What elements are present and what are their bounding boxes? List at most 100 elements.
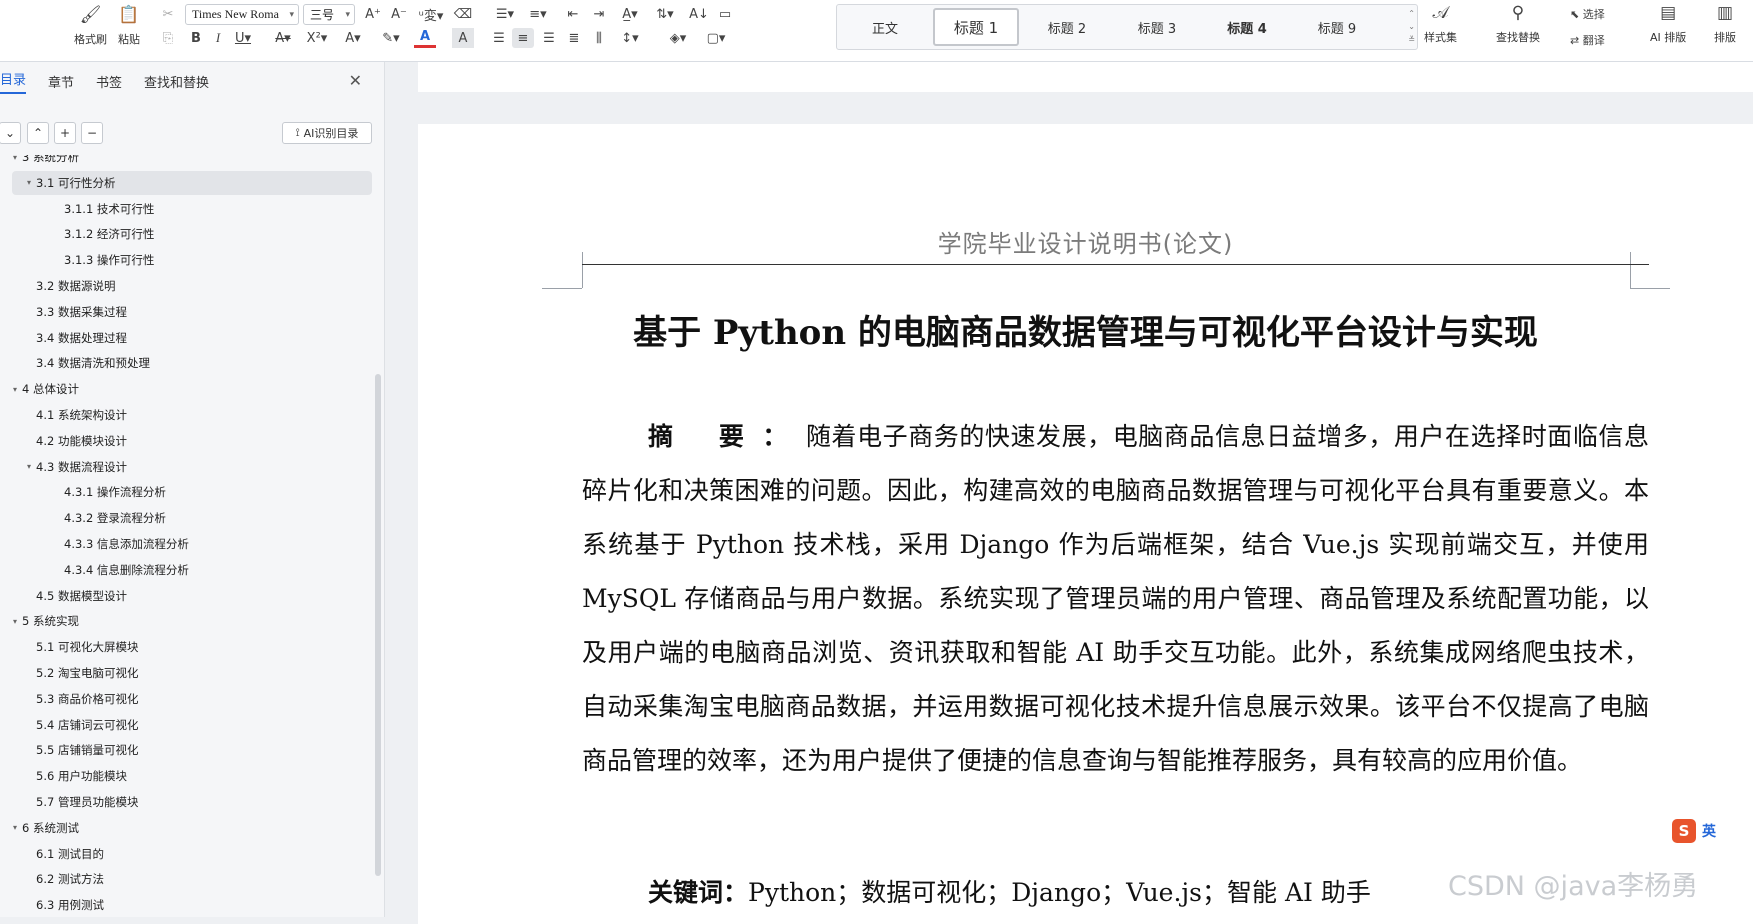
toc-item[interactable]: 5.6 用户功能模块 xyxy=(0,764,370,788)
toc-item-label: 4.1 系统架构设计 xyxy=(36,408,127,422)
toc-item-label: 6 系统测试 xyxy=(22,820,79,835)
toc-item[interactable]: 3.3 数据采集过程 xyxy=(0,300,370,324)
toc-item[interactable]: ▾ 3 系统分析 xyxy=(0,155,370,169)
keywords-label: 关键词： xyxy=(648,878,749,907)
paste-icon: 📋 xyxy=(118,5,140,25)
toc-item[interactable]: 3.2 数据源说明 xyxy=(0,274,370,298)
toc-item[interactable]: 4.3.4 信息删除流程分析 xyxy=(0,558,370,582)
toc-item-label: 5.2 淘宝电脑可视化 xyxy=(36,666,139,680)
toc-item[interactable]: 5.2 淘宝电脑可视化 xyxy=(0,661,370,685)
underline-icon[interactable]: U▾ xyxy=(232,28,254,48)
header-rule xyxy=(582,264,1649,265)
expand-caret-icon[interactable]: ▾ xyxy=(8,617,22,626)
toc-item[interactable]: 3.4 数据清洗和预处理 xyxy=(0,351,370,375)
page-header: 学院毕业设计说明书(论文) xyxy=(937,230,1234,258)
toc-item[interactable]: 3.1.1 技术可行性 xyxy=(0,197,370,221)
close-icon[interactable]: ✕ xyxy=(349,71,362,90)
toc-item-label: 6.1 测试目的 xyxy=(36,846,104,861)
toc-item[interactable]: 5.3 商品价格可视化 xyxy=(0,687,370,711)
format-painter-icon: 🖌 xyxy=(79,5,102,25)
tab-bookmarks[interactable]: 书签 xyxy=(96,72,122,91)
toc-item-label: 3 系统分析 xyxy=(22,155,79,164)
font-size-select[interactable]: 三号 ▾ xyxy=(303,4,355,25)
increase-font-icon[interactable]: A⁺ xyxy=(362,4,384,24)
toc-item[interactable]: 4.3.1 操作流程分析 xyxy=(0,480,370,504)
toc-item[interactable]: 4.5 数据模型设计 xyxy=(0,584,370,608)
toc-item-label: 5.7 管理员功能模块 xyxy=(36,795,139,809)
toc-item[interactable]: 5.5 店铺销量可视化 xyxy=(0,738,370,762)
toc-item-label: 3.1.2 经济可行性 xyxy=(64,227,155,242)
toc-item[interactable]: 4.3.2 登录流程分析 xyxy=(0,506,370,530)
page-content: 学院毕业设计说明书(论文) 基于 Python 的电脑商品数据管理与可视化平台设… xyxy=(418,0,1753,917)
toc-item-label: 4.3.4 信息删除流程分析 xyxy=(64,562,189,577)
abstract-label: 摘 要： xyxy=(648,422,806,451)
expand-caret-icon[interactable]: ▾ xyxy=(22,178,36,187)
toc-item[interactable]: ▾ 4 总体设计 xyxy=(0,377,370,401)
superscript-icon[interactable]: X²▾ xyxy=(306,28,328,48)
chevron-down-icon: ⌄ xyxy=(4,126,16,140)
toc-item[interactable]: 3.4 数据处理过程 xyxy=(0,326,370,350)
expand-caret-icon[interactable]: ▾ xyxy=(8,155,22,162)
font-name-select[interactable]: Times New Roma ▾ xyxy=(185,4,299,25)
toc-item[interactable]: ▾ 4.3 数据流程设计 xyxy=(0,455,370,479)
text-effect-icon[interactable]: A▾ xyxy=(342,28,364,48)
keywords-paragraph: 关键词：Python；数据可视化；Django；Vue.js；智能 AI 助手 xyxy=(648,873,1371,909)
toc-item-label: 3.1.1 技术可行性 xyxy=(64,201,155,216)
toc-item-label: 4 总体设计 xyxy=(22,382,79,397)
toc-item-label: 4.2 功能模块设计 xyxy=(36,433,127,448)
toc-item[interactable]: 3.1.3 操作可行性 xyxy=(0,248,370,272)
toc-tree: ▾ 3 系统分析 ▾ 3.1 可行性分析 3.1.1 技术可行性 3.1.2 经济可行性 3… xyxy=(0,155,375,917)
promote-level-button[interactable]: ⌃ xyxy=(27,122,49,144)
keywords-text: Python；数据可视化；Django；Vue.js；智能 AI 助手 xyxy=(748,878,1371,907)
watermark: CSDN @java李杨勇 xyxy=(1448,871,1699,902)
highlight-icon[interactable]: ✎▾ xyxy=(380,28,402,48)
strikethrough-icon[interactable]: A▾ xyxy=(272,28,294,48)
toc-item[interactable]: 4.2 功能模块设计 xyxy=(0,429,370,453)
panel-tabs: 目录 章节 书签 查找和替换 xyxy=(0,62,385,100)
remove-heading-button[interactable]: − xyxy=(81,122,103,144)
expand-caret-icon[interactable]: ▾ xyxy=(8,823,22,832)
cut-icon[interactable]: ✂ xyxy=(157,4,179,24)
bold-icon[interactable]: B xyxy=(185,28,207,48)
toc-item-label: 6.2 测试方法 xyxy=(36,872,104,887)
toc-item[interactable]: 5.1 可视化大屏模块 xyxy=(0,635,370,659)
toc-item[interactable]: 4.3.3 信息添加流程分析 xyxy=(0,532,370,556)
toc-item[interactable]: 5.7 管理员功能模块 xyxy=(0,790,370,814)
toc-item-label: 5.5 店铺销量可视化 xyxy=(36,743,139,758)
tab-toc[interactable]: 目录 xyxy=(0,69,27,94)
toc-item[interactable]: 6.1 测试目的 xyxy=(0,842,370,866)
copy-icon[interactable]: ⎘ xyxy=(157,28,179,48)
toc-item[interactable]: ▾ 5 系统实现 xyxy=(0,609,370,633)
ime-indicator[interactable]: S 英 xyxy=(1672,818,1732,844)
collapse-all-button[interactable]: ⌄ xyxy=(0,122,21,144)
ai-toc-button[interactable]: ⟟ AI识别目录 xyxy=(282,122,372,144)
toc-item[interactable]: ▾ 3.1 可行性分析 xyxy=(12,170,372,195)
italic-icon[interactable]: I xyxy=(207,28,229,48)
format-painter-button[interactable]: 🖌 格式刷 xyxy=(74,4,107,47)
add-heading-button[interactable]: + xyxy=(54,122,76,144)
toc-item-label: 4.3.3 信息添加流程分析 xyxy=(64,537,189,551)
paste-button[interactable]: 📋 粘贴 xyxy=(118,4,140,47)
decrease-font-icon[interactable]: A⁻ xyxy=(388,4,410,24)
tab-find-replace[interactable]: 查找和替换 xyxy=(144,72,209,91)
toc-scrollbar[interactable] xyxy=(375,374,381,876)
toc-item[interactable]: 6.2 测试方法 xyxy=(0,867,370,891)
toc-item[interactable]: 5.4 店铺词云可视化 xyxy=(0,713,370,737)
plus-icon: + xyxy=(59,126,71,140)
document-title: 基于 Python 的电脑商品数据管理与可视化平台设计与实现 xyxy=(633,313,1538,353)
tab-sections[interactable]: 章节 xyxy=(48,72,74,91)
toc-item[interactable]: 4.1 系统架构设计 xyxy=(0,403,370,427)
toc-item[interactable]: ▾ 6 系统测试 xyxy=(0,816,370,840)
toc-item[interactable]: 6.3 用例测试 xyxy=(0,893,370,917)
toc-item-label: 3.2 数据源说明 xyxy=(36,279,116,293)
toc-item-label: 4.3.2 登录流程分析 xyxy=(64,511,166,526)
toc-item-label: 5.1 可视化大屏模块 xyxy=(36,640,139,655)
toc-item-label: 4.5 数据模型设计 xyxy=(36,588,127,603)
toc-item-label: 3.4 数据清洗和预处理 xyxy=(36,356,150,371)
toc-item-label: 6.3 用例测试 xyxy=(36,898,104,913)
toc-item-label: 3.4 数据处理过程 xyxy=(36,330,127,345)
expand-caret-icon[interactable]: ▾ xyxy=(8,385,22,394)
toc-item[interactable]: 3.1.2 经济可行性 xyxy=(0,222,370,246)
toc-item-label: 5 系统实现 xyxy=(22,614,79,629)
expand-caret-icon[interactable]: ▾ xyxy=(22,462,36,471)
